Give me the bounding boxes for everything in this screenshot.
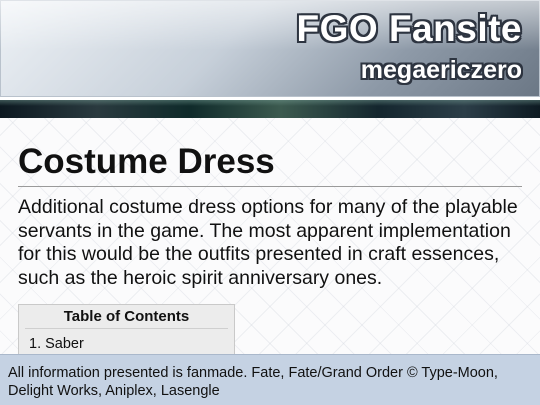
page-title: Costume Dress (18, 142, 522, 187)
toc-title: Table of Contents (25, 308, 228, 329)
site-subtitle: megaericzero (360, 56, 522, 84)
site-title[interactable]: FGO Fansite (297, 8, 522, 50)
toc-item-saber[interactable]: 1. Saber (29, 336, 234, 352)
main-content: Costume Dress Additional costume dress o… (18, 142, 522, 290)
footer-text: All information presented is fanmade. Fa… (8, 365, 498, 399)
header-banner-strip (0, 100, 540, 118)
footer-disclaimer: All information presented is fanmade. Fa… (0, 354, 540, 405)
intro-paragraph: Additional costume dress options for man… (18, 196, 518, 289)
site-header: FGO Fansite megaericzero (0, 0, 540, 100)
